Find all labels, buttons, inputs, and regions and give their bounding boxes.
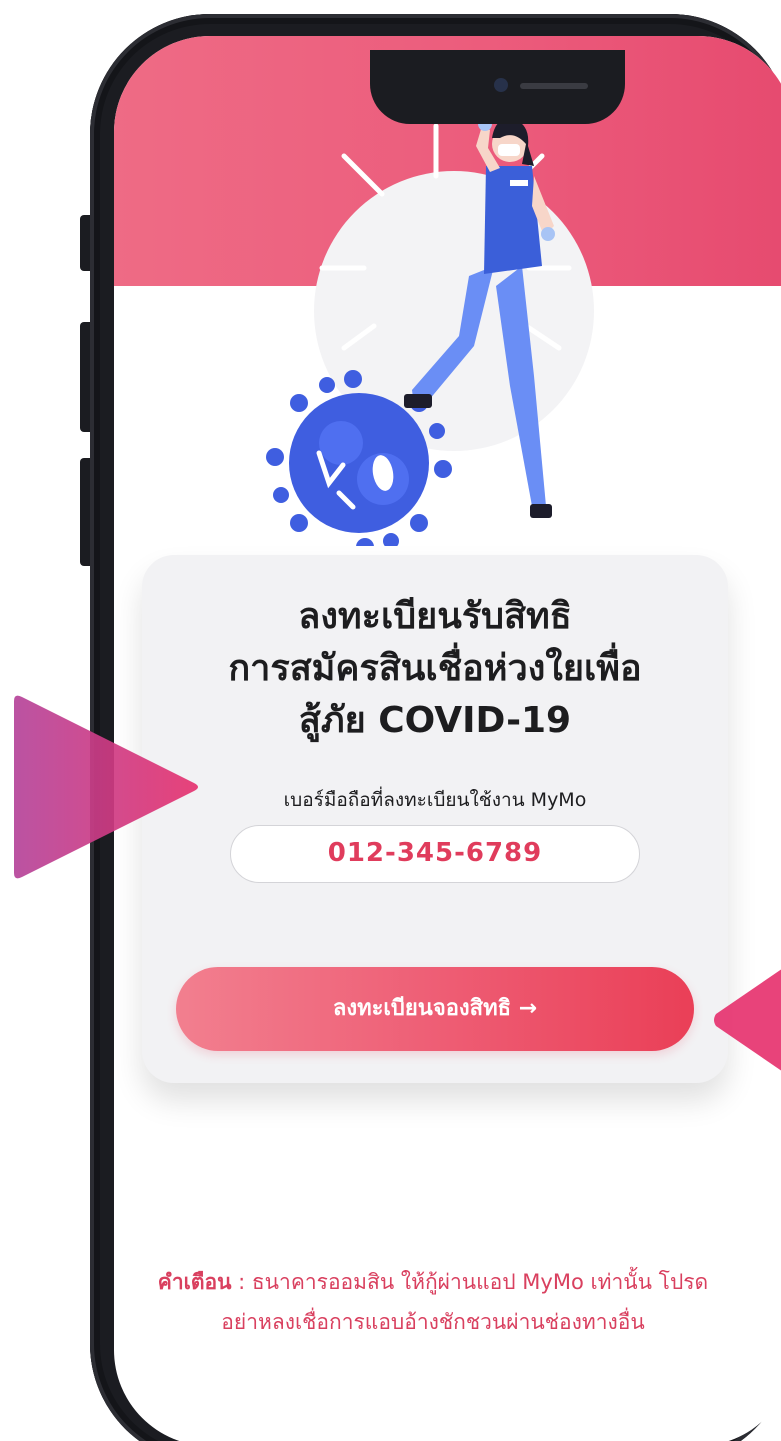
nurse-virus-illustration — [266, 117, 594, 546]
decorative-triangle-right — [714, 969, 781, 1071]
decorative-triangle-left — [14, 695, 198, 879]
register-button[interactable]: ลงทะเบียนจองสิทธิ → — [176, 967, 694, 1051]
registration-card: ลงทะเบียนรับสิทธิ การสมัครสินเชื่อห่วงใย… — [142, 555, 728, 1083]
warning-notice: คำเตือน : ธนาคารออมสิน ให้กู้ผ่านแอป MyM… — [140, 1262, 726, 1342]
warning-text: ธนาคารออมสิน ให้กู้ผ่านแอป MyMo เท่านั้น… — [221, 1270, 709, 1334]
card-title: ลงทะเบียนรับสิทธิ การสมัครสินเชื่อห่วงใย… — [228, 596, 642, 741]
camera-icon — [494, 78, 508, 92]
warning-label: คำเตือน — [157, 1270, 232, 1294]
speaker-grille — [520, 83, 588, 89]
phone-notch — [370, 50, 625, 124]
phone-number-label: เบอร์มือถือที่ลงทะเบียนใช้งาน MyMo — [283, 789, 587, 811]
warning-separator: : — [231, 1270, 252, 1294]
phone-number-field[interactable]: 012-345-6789 — [230, 825, 640, 883]
